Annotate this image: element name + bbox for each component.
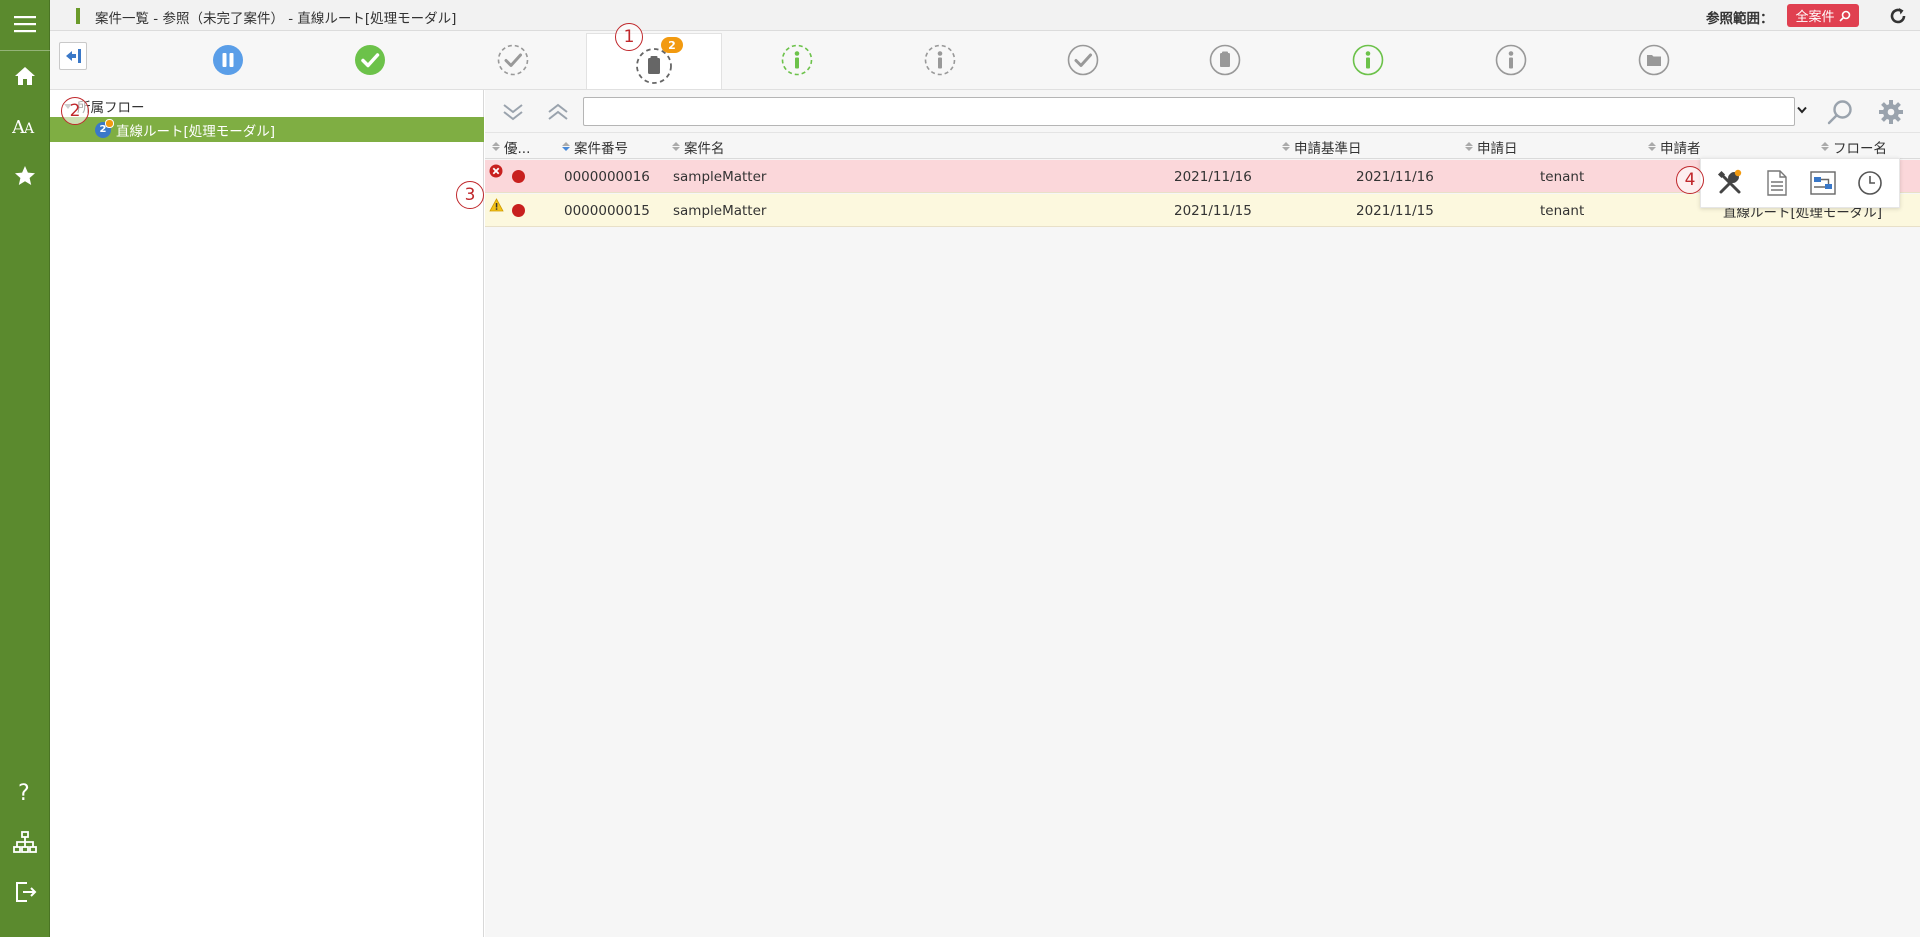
chevron-down-icon bbox=[1797, 106, 1807, 114]
folder-status-icon[interactable] bbox=[1636, 42, 1672, 78]
column-flow-name-label: フロー名 bbox=[1833, 140, 1887, 157]
settings-gear-icon[interactable] bbox=[1875, 98, 1907, 126]
page-title: 案件一覧 - 参照（未完了案件） - 直線ルート[処理モーダル] bbox=[95, 11, 457, 27]
applicant-cell: tenant bbox=[1540, 168, 1585, 185]
matter-no-cell: 0000000016 bbox=[564, 168, 650, 185]
row-action-toolbar bbox=[1700, 158, 1900, 208]
sort-icon bbox=[1821, 142, 1829, 151]
column-matter-name[interactable]: 案件名 bbox=[672, 133, 725, 160]
flow-count-badge: 2 bbox=[95, 118, 114, 138]
processing-gray-status-icon[interactable] bbox=[1207, 42, 1243, 78]
tab-processing-active[interactable]: 2 bbox=[586, 33, 722, 89]
column-priority-label: 優... bbox=[504, 140, 531, 157]
logout-icon[interactable] bbox=[0, 870, 50, 914]
home-icon[interactable] bbox=[0, 54, 50, 98]
page-header: 案件一覧 - 参照（未完了案件） - 直線ルート[処理モーダル] 参照範囲： 全… bbox=[50, 0, 1920, 31]
collapse-all-icon[interactable] bbox=[544, 98, 572, 126]
menu-icon[interactable] bbox=[0, 2, 50, 46]
callout-1: 1 bbox=[615, 23, 643, 51]
column-flow-name[interactable]: フロー名 bbox=[1821, 133, 1887, 160]
left-nav-rail: AA ? bbox=[0, 0, 50, 937]
svg-text:?: ? bbox=[18, 781, 30, 805]
column-applicant[interactable]: 申請者 bbox=[1648, 133, 1701, 160]
process-tools-icon[interactable] bbox=[1714, 167, 1746, 199]
scope-value: 全案件 bbox=[1795, 10, 1835, 25]
column-matter-no[interactable]: 案件番号 bbox=[562, 133, 628, 160]
callout-3: 3 bbox=[456, 181, 484, 209]
column-apply-date[interactable]: 申請日 bbox=[1465, 133, 1518, 160]
expand-all-icon[interactable] bbox=[499, 98, 527, 126]
svg-text:A: A bbox=[23, 121, 35, 137]
warning-icon bbox=[489, 188, 504, 221]
info-gray-status-icon[interactable] bbox=[1493, 42, 1529, 78]
applicant-cell: tenant bbox=[1540, 202, 1585, 219]
refresh-icon[interactable] bbox=[1887, 5, 1909, 27]
column-base-date[interactable]: 申請基準日 bbox=[1282, 133, 1362, 160]
rail-divider bbox=[0, 50, 50, 51]
search-button[interactable] bbox=[1824, 98, 1856, 126]
column-base-date-label: 申請基準日 bbox=[1294, 140, 1362, 157]
matter-no-cell: 0000000015 bbox=[564, 202, 650, 219]
approved-dashed-status-icon[interactable] bbox=[495, 42, 531, 78]
info-green-dashed-status-icon[interactable] bbox=[779, 42, 815, 78]
matter-name-cell: sampleMatter bbox=[673, 202, 767, 219]
error-icon bbox=[489, 154, 503, 187]
count-badge: 2 bbox=[661, 37, 683, 53]
flow-diagram-icon[interactable] bbox=[1807, 167, 1839, 199]
scope-label: 参照範囲： bbox=[1706, 11, 1774, 27]
priority-dot bbox=[512, 194, 525, 227]
priority-dot bbox=[512, 160, 525, 193]
flow-tree-pane: 所属フロー 2 直線ルート[処理モーダル] bbox=[50, 90, 484, 937]
column-apply-date-label: 申請日 bbox=[1477, 140, 1518, 157]
base-date-cell: 2021/11/15 bbox=[1174, 202, 1252, 219]
column-matter-no-label: 案件番号 bbox=[574, 140, 628, 157]
tree-item-flow[interactable]: 2 直線ルート[処理モーダル] bbox=[50, 117, 484, 142]
search-row bbox=[485, 90, 1920, 132]
history-clock-icon[interactable] bbox=[1854, 167, 1886, 199]
search-icon bbox=[1838, 10, 1850, 22]
tree-item-label: 直線ルート[処理モーダル] bbox=[116, 123, 276, 140]
info-gray-dashed-status-icon[interactable] bbox=[922, 42, 958, 78]
sitemap-icon[interactable] bbox=[0, 820, 50, 864]
title-marker bbox=[76, 8, 80, 24]
font-size-icon[interactable]: AA bbox=[0, 104, 50, 148]
arrow-left-icon bbox=[66, 49, 81, 63]
pause-status-icon[interactable] bbox=[210, 42, 246, 78]
magnifier-icon bbox=[1827, 100, 1852, 125]
help-icon[interactable]: ? bbox=[0, 770, 50, 814]
base-date-cell: 2021/11/16 bbox=[1174, 168, 1252, 185]
apply-date-cell: 2021/11/15 bbox=[1356, 202, 1434, 219]
apply-date-cell: 2021/11/16 bbox=[1356, 168, 1434, 185]
sort-active-icon bbox=[562, 142, 570, 151]
status-toolbar: 2 bbox=[50, 31, 1920, 90]
document-icon[interactable] bbox=[1761, 167, 1793, 199]
approved-status-icon[interactable] bbox=[352, 42, 388, 78]
matter-name-cell: sampleMatter bbox=[673, 168, 767, 185]
column-applicant-label: 申請者 bbox=[1660, 140, 1701, 157]
sort-icon bbox=[672, 142, 680, 151]
search-select[interactable] bbox=[583, 97, 1795, 126]
info-green-status-icon[interactable] bbox=[1350, 42, 1386, 78]
matter-list-pane: 優... 案件番号 案件名 申請基準日 申請日 申請者 フロー名 0000000… bbox=[485, 90, 1920, 937]
scope-button[interactable]: 全案件 bbox=[1787, 4, 1859, 27]
collapse-pane-button[interactable] bbox=[59, 42, 87, 70]
callout-2: 2 bbox=[61, 97, 89, 125]
sort-icon bbox=[1282, 142, 1290, 151]
sort-icon bbox=[492, 142, 500, 151]
column-matter-name-label: 案件名 bbox=[684, 140, 725, 157]
table-header: 優... 案件番号 案件名 申請基準日 申請日 申請者 フロー名 bbox=[485, 132, 1920, 159]
sort-icon bbox=[1648, 142, 1656, 151]
callout-4: 4 bbox=[1676, 166, 1704, 194]
favorite-star-icon[interactable] bbox=[0, 154, 50, 198]
approved-gray-status-icon[interactable] bbox=[1065, 42, 1101, 78]
sort-icon bbox=[1465, 142, 1473, 151]
